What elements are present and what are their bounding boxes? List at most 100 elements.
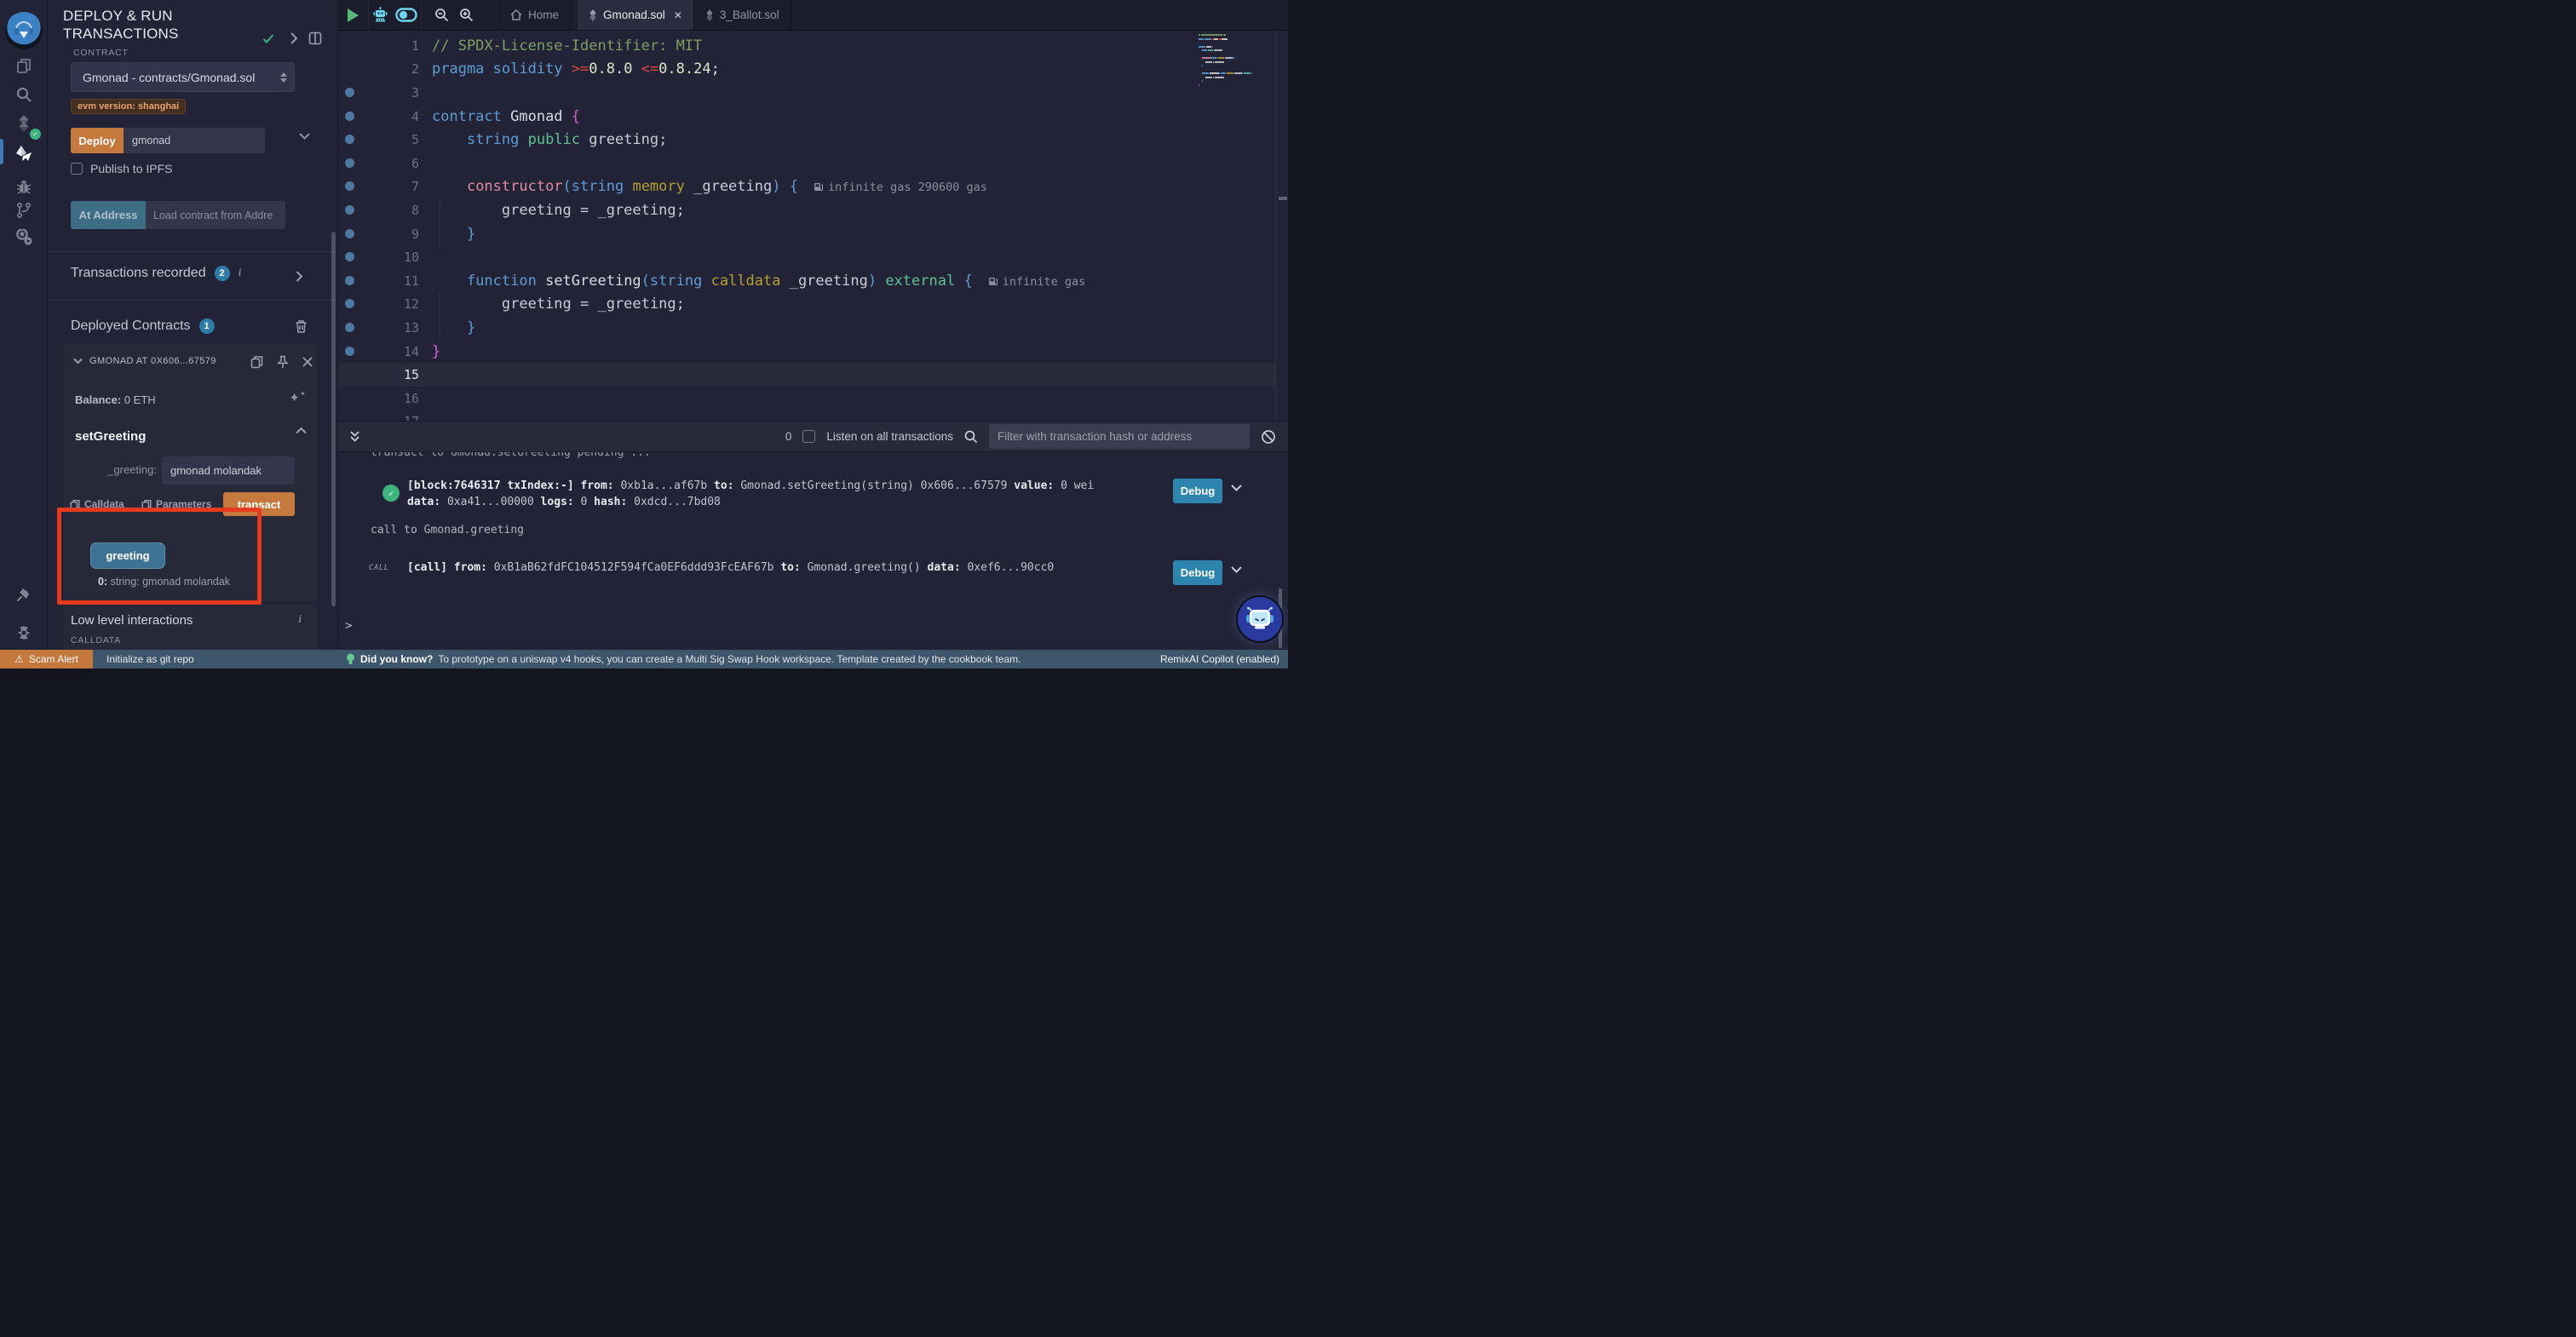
deploy-expand-icon[interactable] [299,133,310,140]
play-icon [348,9,359,22]
debugger-icon[interactable] [11,174,37,199]
run-script-button[interactable] [338,0,369,30]
terminal-tx-line: data: 0xa41...00000 logs: 0 hash: 0xdcd.… [407,494,721,510]
deploy-button[interactable]: Deploy [71,128,124,153]
copy-icon [70,499,80,510]
ai-toggle-icon[interactable] [395,8,417,22]
contract-select[interactable]: Gmonad - contracts/Gmonad.sol [71,62,295,92]
git-icon[interactable] [11,198,37,223]
debug-button[interactable]: Debug [1173,479,1222,503]
code-line-16: 16 [338,387,1275,410]
listen-all-checkbox[interactable] [802,430,815,443]
scam-alert-button[interactable]: ⚠ Scam Alert [0,650,93,668]
code-line-8: 8 greeting = _greeting; [338,198,1275,222]
code-line-3: 3 [338,81,1275,105]
panel-forward-icon[interactable] [285,31,301,46]
deploy-args-input[interactable] [124,128,265,153]
code-line-12: 12 greeting = _greeting; [338,292,1275,316]
ai-copilot-avatar[interactable] [1238,597,1282,641]
at-address-button[interactable]: At Address [71,201,146,229]
activity-bar: ✓ [0,0,48,650]
ai-toolbar [369,0,422,30]
warning-icon: ⚠ [14,653,24,665]
gas-estimate-annotation: infinite gas 290600 gas [814,181,987,194]
zoom-out-icon[interactable] [434,8,449,22]
greeting-param-input[interactable] [162,456,295,485]
greeting-call-button[interactable]: greeting [90,542,165,569]
param-label: _greeting: [75,463,157,476]
code-content[interactable]: 1// SPDX-License-Identifier: MIT2pragma … [338,31,1288,421]
deployed-contracts-row: Deployed Contracts 1 [71,318,215,334]
tab-home[interactable]: Home [498,0,571,30]
low-level-title: Low level interactions [71,613,193,628]
terminal-log-count: 0 [785,430,792,443]
info-icon: i [298,613,302,627]
at-address-input[interactable] [146,201,285,229]
close-tab-icon[interactable]: ✕ [674,9,682,21]
contract-instance-title: GMONAD AT 0X606...67579 [89,356,219,366]
code-line-14: 14} [338,340,1275,364]
transactions-expand-icon[interactable] [291,268,307,284]
terminal-panel: 0 Listen on all transactions transact to… [337,421,1288,650]
code-line-6: 6 [338,152,1275,175]
code-line-1: 1// SPDX-License-Identifier: MIT [338,34,1275,58]
divider [48,251,336,252]
home-icon [510,9,522,20]
copy-address-icon[interactable] [249,354,264,370]
tab-gmonad-sol[interactable]: Gmonad.sol ✕ [578,0,694,30]
terminal-prompt[interactable]: > [345,619,352,633]
transactions-recorded-row: Transactions recorded 2 i [71,266,241,281]
editor-minimap[interactable] [1199,34,1272,417]
code-line-13: 13 } [338,316,1275,340]
active-plugin-indicator [0,139,3,164]
plugin-manager-icon[interactable] [11,225,37,250]
collapse-function-icon[interactable] [293,422,308,438]
calldata-label: CALLDATA [71,635,121,646]
low-level-interactions-card: Low level interactions i CALLDATA [63,605,317,650]
transact-button[interactable]: transact [223,492,295,516]
expand-tx-icon[interactable] [1231,566,1242,573]
debug-button[interactable]: Debug [1173,560,1222,585]
terminal-filter-input[interactable] [989,424,1250,449]
code-line-11: 11 function setGreeting(string calldata … [338,269,1275,293]
ai-sparkles-icon[interactable]: ✦✦ [290,390,305,405]
pin-panel-icon[interactable] [308,31,323,46]
zoom-in-icon[interactable] [459,8,474,22]
trash-icon[interactable] [293,318,308,334]
settings-gear-icon[interactable] [11,620,37,646]
pin-contract-icon[interactable] [275,354,290,370]
remix-logo-icon[interactable] [5,12,43,49]
copilot-status-label[interactable]: RemixAI Copilot (enabled) [1160,650,1279,668]
terminal-content[interactable]: transact to Gmonad.setGreeting pending .… [338,452,1288,650]
tab-ballot-sol[interactable]: 3_Ballot.sol [694,0,791,30]
close-contract-icon[interactable] [300,354,315,370]
expand-terminal-icon[interactable] [348,430,361,443]
search-icon[interactable] [11,82,37,107]
ai-robot-icon[interactable] [372,7,388,23]
listen-all-label: Listen on all transactions [826,430,953,443]
file-explorer-icon[interactable] [11,53,37,78]
compile-success-badge: ✓ [30,129,41,140]
init-git-button[interactable]: Initialize as git repo [106,650,194,668]
panel-scrollbar[interactable] [331,232,336,606]
publish-ipfs-checkbox[interactable] [71,163,83,175]
transactions-count-badge: 2 [215,266,230,281]
code-line-17: 17 [338,410,1275,421]
deployed-contract-card: GMONAD AT 0X606...67579 Balance: 0 ETH ✦… [63,344,317,601]
solidity-compiler-icon[interactable]: ✓ [11,111,37,136]
plug-icon[interactable] [11,582,37,607]
copy-parameters-button[interactable]: Parameters [141,498,211,510]
expand-tx-icon[interactable] [1231,485,1242,491]
deploy-and-run-icon[interactable] [11,141,37,167]
clear-console-icon[interactable] [1261,429,1276,445]
deployed-count-badge: 1 [199,318,215,334]
terminal-toolbar: 0 Listen on all transactions [338,421,1288,452]
remix-ide-window: ✓ DEPLOY & RUNTRANSACTIONS [0,0,1288,668]
terminal-log-entry: call to Gmonad.greeting [371,524,524,537]
contract-card-header[interactable]: GMONAD AT 0X606...67579 [73,356,219,366]
editor-tabstrip: Home Gmonad.sol ✕ 3_Ballot.sol [338,0,1288,31]
terminal-pending-log: transact to Gmonad.setGreeting pending .… [371,452,651,459]
code-line-2: 2pragma solidity >=0.8.0 <=0.8.24; [338,57,1275,81]
copy-calldata-button[interactable]: Calldata [70,498,124,510]
publish-ipfs-row: Publish to IPFS [71,162,173,175]
